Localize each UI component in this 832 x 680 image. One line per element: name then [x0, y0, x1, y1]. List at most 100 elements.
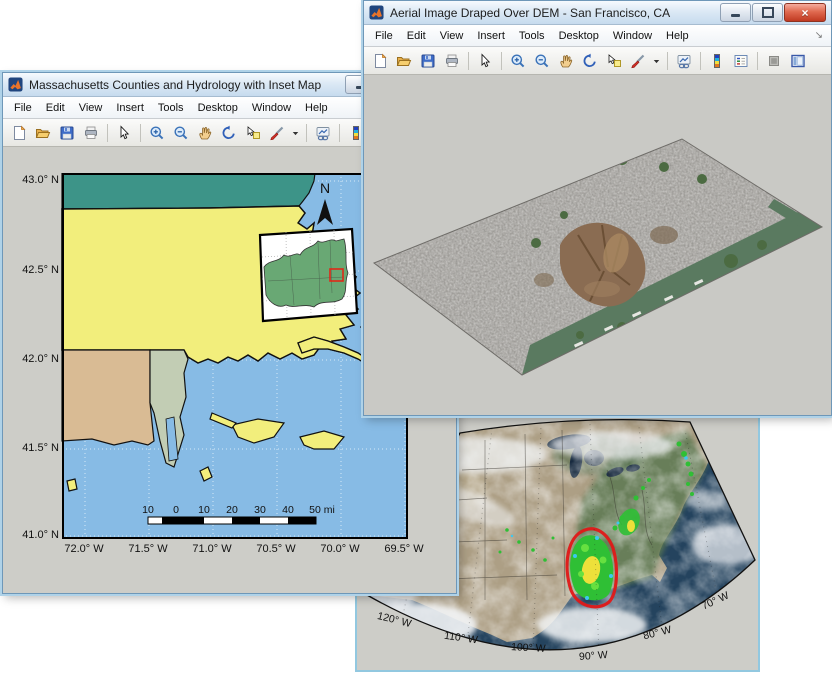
pan-icon: [558, 53, 574, 69]
print-figure-button[interactable]: [441, 50, 463, 72]
menu-item-tools[interactable]: Tools: [151, 100, 191, 116]
toolbar-separator: [306, 124, 307, 142]
brush-dropdown-button[interactable]: [651, 50, 662, 72]
minimize-button[interactable]: [720, 3, 751, 22]
matlab-logo-icon: [8, 77, 23, 92]
brush-button[interactable]: [627, 50, 649, 72]
close-button[interactable]: ×: [784, 3, 826, 22]
lon-label: 72.0° W: [54, 543, 114, 555]
rotate-3d-button[interactable]: [218, 122, 240, 144]
lat-label: 41.5° N: [5, 442, 59, 454]
matlab-logo-icon: [369, 5, 384, 20]
new-figure-button[interactable]: [8, 122, 30, 144]
print-figure-icon: [83, 125, 99, 141]
save-figure-icon: [59, 125, 75, 141]
new-figure-button[interactable]: [369, 50, 391, 72]
open-file-icon: [35, 125, 51, 141]
edit-cursor-icon: [477, 53, 493, 69]
desktop: 120° W 110° W 100° W 90° W 80° W 70° W M…: [0, 0, 832, 680]
new-figure-icon: [11, 125, 27, 141]
zoom-in-button[interactable]: [146, 122, 168, 144]
data-cursor-icon: [606, 53, 622, 69]
zoom-out-button[interactable]: [531, 50, 553, 72]
menu-item-insert[interactable]: Insert: [470, 28, 512, 44]
svg-text:40: 40: [282, 504, 294, 516]
brush-icon: [630, 53, 646, 69]
edit-cursor-button[interactable]: [474, 50, 496, 72]
link-plot-icon: [315, 125, 331, 141]
edit-cursor-button[interactable]: [113, 122, 135, 144]
print-figure-button[interactable]: [80, 122, 102, 144]
weather-lon-label: 90° W: [579, 649, 608, 663]
insert-legend-button[interactable]: [730, 50, 752, 72]
pan-icon: [197, 125, 213, 141]
zoom-out-icon: [173, 125, 189, 141]
menu-item-window[interactable]: Window: [245, 100, 298, 116]
menu-item-window[interactable]: Window: [606, 28, 659, 44]
data-cursor-icon: [245, 125, 261, 141]
svg-text:0: 0: [173, 504, 179, 516]
maximize-button[interactable]: [752, 3, 783, 22]
svg-text:30: 30: [254, 504, 266, 516]
pan-button[interactable]: [555, 50, 577, 72]
open-file-icon: [396, 53, 412, 69]
menu-bar: File Edit View Insert Tools Desktop Wind…: [364, 25, 831, 47]
menu-item-desktop[interactable]: Desktop: [191, 100, 245, 116]
menu-item-help[interactable]: Help: [298, 100, 335, 116]
title-bar[interactable]: Aerial Image Draped Over DEM - San Franc…: [364, 1, 831, 25]
lat-label: 42.5° N: [5, 264, 59, 276]
link-plot-button[interactable]: [673, 50, 695, 72]
hide-plot-tools-button[interactable]: [763, 50, 785, 72]
menu-item-view[interactable]: View: [433, 28, 471, 44]
hill: [650, 226, 678, 244]
brush-button[interactable]: [266, 122, 288, 144]
close-icon: ×: [801, 7, 808, 19]
lon-label: 71.0° W: [182, 543, 242, 555]
toolbar-separator: [107, 124, 108, 142]
save-figure-button[interactable]: [56, 122, 78, 144]
edit-cursor-icon: [116, 125, 132, 141]
link-plot-button[interactable]: [312, 122, 334, 144]
lat-label: 42.0° N: [5, 353, 59, 365]
lon-label: 69.5° W: [374, 543, 434, 555]
lon-label: 71.5° W: [118, 543, 178, 555]
show-plot-tools-button[interactable]: [787, 50, 809, 72]
zoom-in-icon: [510, 53, 526, 69]
insert-colorbar-button[interactable]: [706, 50, 728, 72]
pan-button[interactable]: [194, 122, 216, 144]
figure-canvas[interactable]: [364, 75, 831, 415]
toolbar-separator: [667, 52, 668, 70]
brush-dropdown-button[interactable]: [290, 122, 301, 144]
zoom-out-button[interactable]: [170, 122, 192, 144]
svg-text:20: 20: [226, 504, 238, 516]
menu-item-file[interactable]: File: [7, 100, 39, 116]
massachusetts-map[interactable]: N 10: [61, 173, 409, 539]
data-cursor-button[interactable]: [603, 50, 625, 72]
save-figure-button[interactable]: [417, 50, 439, 72]
open-file-button[interactable]: [32, 122, 54, 144]
menu-item-desktop[interactable]: Desktop: [552, 28, 606, 44]
menu-item-insert[interactable]: Insert: [109, 100, 151, 116]
maximize-icon: [762, 7, 774, 18]
zoom-in-button[interactable]: [507, 50, 529, 72]
menu-item-edit[interactable]: Edit: [400, 28, 433, 44]
menu-item-edit[interactable]: Edit: [39, 100, 72, 116]
dem-3d-view[interactable]: [364, 75, 829, 415]
open-file-button[interactable]: [393, 50, 415, 72]
menu-item-file[interactable]: File: [368, 28, 400, 44]
save-figure-icon: [420, 53, 436, 69]
toolbar-separator: [468, 52, 469, 70]
rotate-3d-button[interactable]: [579, 50, 601, 72]
menu-item-view[interactable]: View: [72, 100, 110, 116]
brush-icon: [269, 125, 285, 141]
rotate-3d-icon: [221, 125, 237, 141]
region-new-york: [62, 350, 154, 445]
menu-item-tools[interactable]: Tools: [512, 28, 552, 44]
lat-label: 41.0° N: [5, 529, 59, 541]
menu-overflow-icon[interactable]: ↘: [815, 30, 827, 41]
toolbar-separator: [339, 124, 340, 142]
menu-item-help[interactable]: Help: [659, 28, 696, 44]
hill: [534, 273, 554, 287]
lon-label: 70.0° W: [310, 543, 370, 555]
data-cursor-button[interactable]: [242, 122, 264, 144]
